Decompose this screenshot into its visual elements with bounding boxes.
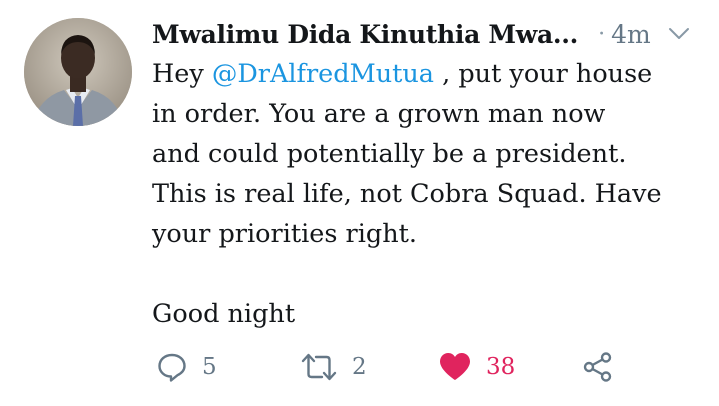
tweet-actions: 5 2 38 [152, 345, 712, 389]
chevron-down-icon[interactable] [667, 22, 691, 46]
mention-link[interactable]: @DrAlfredMutua [212, 59, 434, 89]
tweet-text-line: This is real life, not Cobra Squad. Have [152, 179, 662, 209]
tweet-text-line: in order. You are a grown man now [152, 99, 606, 129]
reply-icon [158, 353, 186, 382]
tweet-text-line: Hey @DrAlfredMutua , put your house [152, 54, 712, 94]
retweet-icon [301, 353, 337, 381]
retweet-count: 2 [352, 354, 367, 380]
tweet-header: Mwalimu Dida Kinuthia Mwa... · 4m [152, 14, 712, 54]
reply-count: 5 [202, 354, 217, 380]
display-name[interactable]: Mwalimu Dida Kinuthia Mwa... [152, 20, 578, 49]
timestamp[interactable]: 4m [611, 20, 651, 49]
tweet-text: Hey @DrAlfredMutua , put your house in o… [152, 54, 712, 334]
text-segment: Hey [152, 59, 212, 89]
avatar[interactable] [24, 18, 132, 126]
text-segment: , put your house [434, 59, 653, 89]
tweet[interactable]: Mwalimu Dida Kinuthia Mwa... · 4m Hey @D… [0, 0, 719, 406]
avatar-image [24, 18, 132, 126]
retweet-button[interactable]: 2 [300, 345, 367, 389]
reply-button[interactable]: 5 [156, 345, 217, 389]
tweet-text-line: Good night [152, 299, 296, 329]
share-button[interactable] [582, 345, 614, 389]
heart-icon [440, 353, 470, 380]
separator-dot: · [598, 21, 606, 47]
tweet-text-line: and could potentially be a president. [152, 139, 627, 169]
like-button[interactable]: 38 [438, 345, 515, 389]
tweet-text-line: your priorities right. [152, 219, 417, 249]
share-icon [583, 352, 612, 382]
like-count: 38 [486, 354, 516, 380]
